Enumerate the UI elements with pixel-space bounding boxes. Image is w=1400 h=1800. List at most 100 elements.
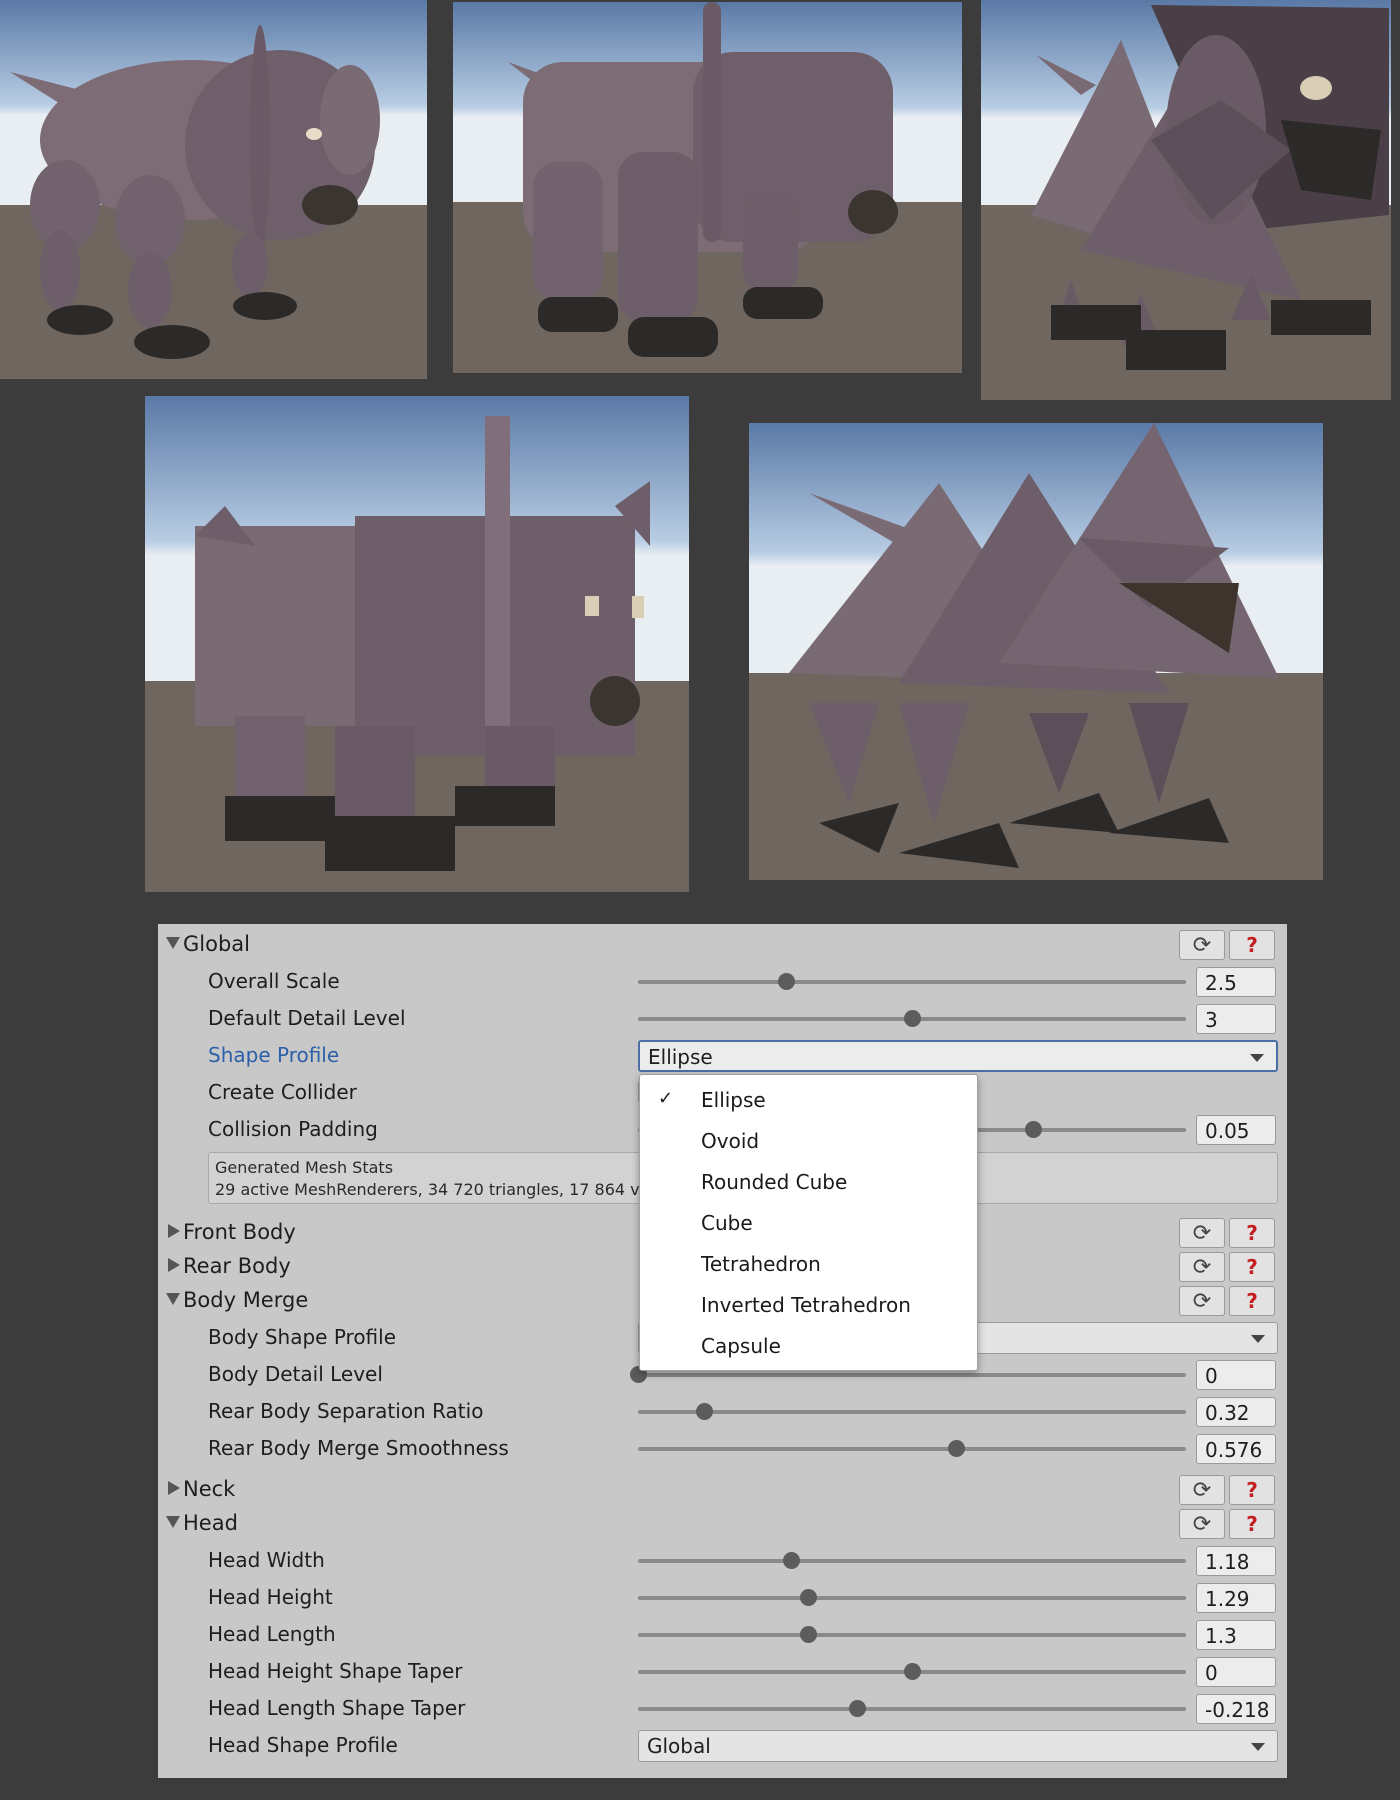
foldout-head[interactable]: Head ⟳ ? [158,1505,1287,1541]
head-length-row: Head Length 1.3 [158,1616,1287,1652]
menu-item-label: Capsule [701,1334,781,1358]
head-width-row: Head Width 1.18 [158,1542,1287,1578]
create-collider-label: Create Collider [208,1080,357,1104]
overall-scale-label: Overall Scale [208,969,340,993]
reset-button[interactable]: ⟳ [1179,1218,1225,1248]
head-height-shape-taper-field[interactable]: 0 [1196,1657,1276,1687]
head-height-shape-taper-slider[interactable] [638,1663,1186,1680]
rear-body-merge-smoothness-label: Rear Body Merge Smoothness [208,1436,509,1460]
menu-item[interactable]: ✓ Ellipse [640,1079,977,1120]
menu-item-label: Inverted Tetrahedron [701,1293,911,1317]
body-detail-level-label: Body Detail Level [208,1362,383,1386]
foldout-arrow-icon[interactable] [168,1258,180,1272]
foldout-global[interactable]: Global ⟳ ? [158,926,1287,962]
default-detail-level-row: Default Detail Level 3 [158,1000,1287,1036]
head-height-field[interactable]: 1.29 [1196,1583,1276,1613]
foldout-neck[interactable]: Neck ⟳ ? [158,1471,1287,1507]
head-width-slider[interactable] [638,1552,1186,1569]
shape-profile-row: Shape Profile Ellipse [158,1037,1287,1073]
menu-item-label: Ovoid [701,1129,760,1153]
shape-profile-label: Shape Profile [208,1043,340,1067]
slider-knob[interactable] [1024,1121,1042,1138]
menu-item[interactable]: Ovoid [640,1120,977,1161]
head-length-shape-taper-slider[interactable] [638,1700,1186,1717]
default-detail-level-label: Default Detail Level [208,1006,406,1030]
help-button[interactable]: ? [1229,930,1275,960]
menu-item-label: Ellipse [701,1088,766,1112]
body-detail-level-slider[interactable] [630,1366,1186,1383]
help-button[interactable]: ? [1229,1475,1275,1505]
reset-icon: ⟳ [1192,932,1212,958]
rear-body-merge-smoothness-slider[interactable] [638,1440,1186,1457]
reset-icon: ⟳ [1192,1511,1212,1537]
menu-item[interactable]: Rounded Cube [640,1161,977,1202]
default-detail-level-field[interactable]: 3 [1196,1004,1276,1034]
head-width-field[interactable]: 1.18 [1196,1546,1276,1576]
help-button[interactable]: ? [1229,1218,1275,1248]
shape-profile-menu: ✓ Ellipse Ovoid Rounded Cube Cube Tetrahedron… [639,1074,978,1371]
foldout-arrow-icon[interactable] [168,1224,180,1238]
slider-knob[interactable] [799,1626,817,1643]
head-shape-profile-label: Head Shape Profile [208,1733,398,1757]
preview-inverted-tetrahedron-creature [749,423,1323,880]
slider-knob[interactable] [904,1663,921,1680]
overall-scale-field[interactable]: 2.5 [1196,967,1276,997]
menu-item-label: Tetrahedron [701,1252,821,1276]
foldout-arrow-icon[interactable] [166,937,180,949]
reset-icon: ⟳ [1192,1254,1212,1280]
shape-profile-dropdown[interactable]: Ellipse [638,1040,1278,1072]
overall-scale-slider[interactable] [638,973,1186,990]
menu-item[interactable]: Cube [640,1202,977,1243]
head-length-field[interactable]: 1.3 [1196,1620,1276,1650]
head-length-slider[interactable] [638,1626,1186,1643]
rear-body-separation-ratio-field[interactable]: 0.32 [1196,1397,1276,1427]
body-detail-level-field[interactable]: 0 [1196,1360,1276,1390]
slider-knob[interactable] [777,973,795,990]
rear-body-separation-ratio-label: Rear Body Separation Ratio [208,1399,484,1423]
help-button[interactable]: ? [1229,1509,1275,1539]
menu-item-label: Rounded Cube [701,1170,848,1194]
slider-knob[interactable] [695,1403,713,1420]
reset-button[interactable]: ⟳ [1179,1252,1225,1282]
reset-button[interactable]: ⟳ [1179,1475,1225,1505]
head-width-label: Head Width [208,1548,325,1572]
head-height-label: Head Height [208,1585,333,1609]
slider-knob[interactable] [849,1700,867,1717]
overall-scale-row: Overall Scale 2.5 [158,963,1287,999]
reset-button[interactable]: ⟳ [1179,1509,1225,1539]
help-button[interactable]: ? [1229,1286,1275,1316]
foldout-arrow-icon[interactable] [168,1481,180,1495]
head-shape-profile-value: Global [647,1734,711,1758]
reset-icon: ⟳ [1192,1288,1212,1314]
foldout-label: Body Merge [183,1288,309,1312]
head-shape-profile-row: Head Shape Profile Global [158,1727,1287,1763]
help-button[interactable]: ? [1229,1252,1275,1282]
head-height-shape-taper-row: Head Height Shape Taper 0 [158,1653,1287,1689]
slider-knob[interactable] [783,1552,801,1569]
collision-padding-field[interactable]: 0.05 [1196,1115,1276,1145]
preview-tetrahedron-creature [981,0,1391,400]
slider-knob[interactable] [799,1589,817,1606]
foldout-arrow-icon[interactable] [166,1516,180,1528]
head-shape-profile-dropdown[interactable]: Global [638,1730,1278,1762]
menu-item[interactable]: Tetrahedron [640,1243,977,1284]
menu-item-label: Cube [701,1211,753,1235]
head-height-slider[interactable] [638,1589,1186,1606]
rear-body-merge-smoothness-field[interactable]: 0.576 [1196,1434,1276,1464]
rear-body-separation-ratio-slider[interactable] [638,1403,1186,1420]
reset-button[interactable]: ⟳ [1179,930,1225,960]
reset-button[interactable]: ⟳ [1179,1286,1225,1316]
menu-item[interactable]: Inverted Tetrahedron [640,1284,977,1325]
slider-knob[interactable] [904,1010,921,1027]
slider-knob[interactable] [947,1440,965,1457]
default-detail-level-slider[interactable] [638,1010,1186,1027]
head-length-shape-taper-field[interactable]: -0.218 [1196,1694,1276,1724]
foldout-arrow-icon[interactable] [166,1293,180,1305]
head-length-shape-taper-row: Head Length Shape Taper -0.218 [158,1690,1287,1726]
chevron-down-icon [1250,1054,1264,1062]
menu-item[interactable]: Capsule [640,1325,977,1366]
foldout-label: Head [183,1511,238,1535]
chevron-down-icon [1251,1335,1265,1343]
head-height-row: Head Height 1.29 [158,1579,1287,1615]
rear-body-separation-ratio-row: Rear Body Separation Ratio 0.32 [158,1393,1287,1429]
